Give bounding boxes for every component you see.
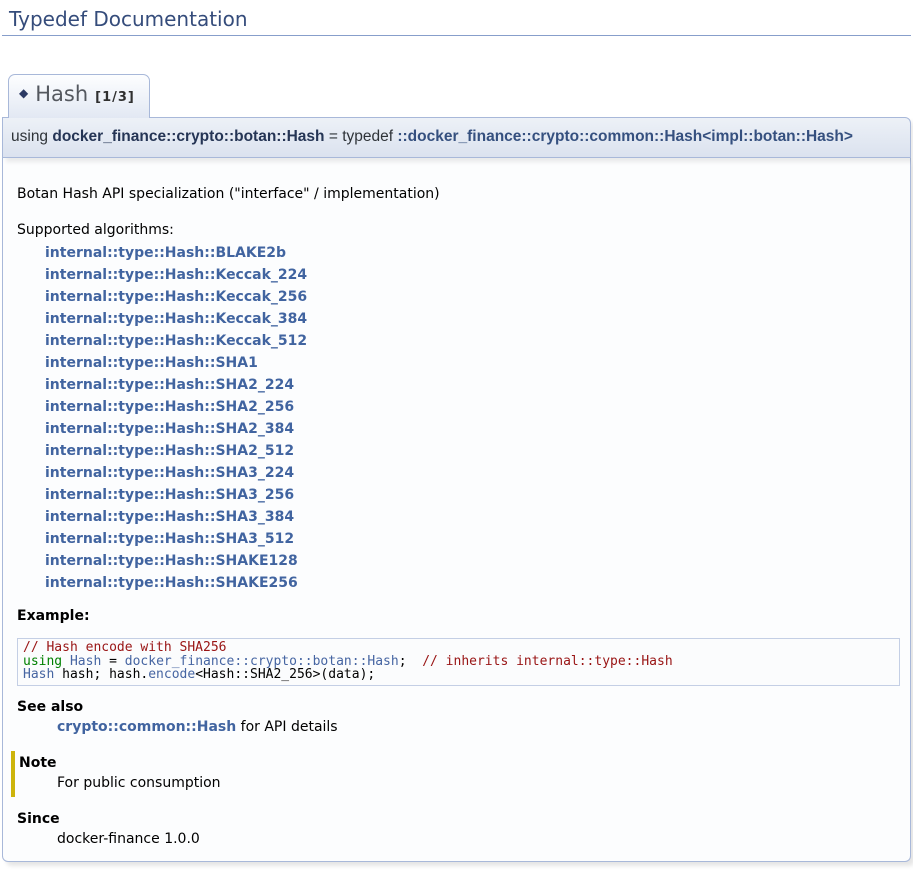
algorithm-link[interactable]: internal::type::Hash::SHA3_384	[45, 506, 902, 528]
note-text: For public consumption	[57, 775, 902, 791]
algorithm-link[interactable]: internal::type::Hash::SHA2_256	[45, 396, 902, 418]
code-text: <Hash::SHA2_256>(data);	[195, 667, 375, 682]
since-text: docker-finance 1.0.0	[57, 831, 902, 847]
summary-text: Botan Hash API specialization ("interfac…	[17, 186, 902, 202]
typedef-declaration: using docker_finance::crypto::botan::Has…	[2, 117, 911, 158]
member-item: using docker_finance::crypto::botan::Has…	[2, 117, 911, 862]
code-line: using Hash = docker_finance::crypto::bot…	[23, 655, 899, 669]
member-tab-hash: ◆ Hash [1/3]	[8, 74, 150, 118]
member-documentation: Botan Hash API specialization ("interfac…	[2, 158, 911, 862]
algorithms-label: Supported algorithms:	[17, 222, 902, 238]
code-line: Hash hash; hash.encode<Hash::SHA2_256>(d…	[23, 668, 899, 682]
note-label: Note	[19, 755, 902, 771]
note-section: Note For public consumption	[11, 751, 902, 797]
declaration-prefix: using	[11, 128, 52, 145]
algorithm-link[interactable]: internal::type::Hash::SHA2_224	[45, 374, 902, 396]
algorithm-link[interactable]: internal::type::Hash::SHA3_512	[45, 528, 902, 550]
overload-counter: [1/3]	[95, 90, 135, 105]
see-also-link[interactable]: crypto::common::Hash	[57, 719, 236, 735]
algorithm-list: internal::type::Hash::BLAKE2b internal::…	[45, 242, 902, 594]
algorithm-link[interactable]: internal::type::Hash::SHA2_512	[45, 440, 902, 462]
since-section: Since docker-finance 1.0.0	[17, 811, 902, 847]
section-title: Typedef Documentation	[2, 7, 911, 36]
example-body: // Hash encode with SHA256 using Hash = …	[17, 638, 900, 686]
algorithm-link[interactable]: internal::type::Hash::SHA1	[45, 352, 902, 374]
member-name: Hash	[35, 82, 88, 106]
see-also-text: for API details	[236, 719, 337, 735]
algorithm-link[interactable]: internal::type::Hash::SHAKE128	[45, 550, 902, 572]
algorithm-link[interactable]: internal::type::Hash::SHAKE256	[45, 572, 902, 594]
code-link-hash[interactable]: Hash	[23, 667, 54, 682]
code-text: ;	[399, 654, 422, 669]
code-link-encode[interactable]: encode	[148, 667, 195, 682]
typedef-target-link[interactable]: ::docker_finance::crypto::common::Hash<i…	[397, 128, 853, 145]
code-block: // Hash encode with SHA256 using Hash = …	[17, 638, 900, 686]
code-comment: // inherits internal::type::Hash	[422, 654, 672, 669]
algorithm-link[interactable]: internal::type::Hash::BLAKE2b	[45, 242, 902, 264]
code-text: hash; hash.	[54, 667, 148, 682]
permalink-diamond-icon[interactable]: ◆	[19, 86, 28, 100]
algorithm-link[interactable]: internal::type::Hash::Keccak_256	[45, 286, 902, 308]
algorithm-link[interactable]: internal::type::Hash::Keccak_224	[45, 264, 902, 286]
algorithm-link[interactable]: internal::type::Hash::SHA2_384	[45, 418, 902, 440]
algorithm-link[interactable]: internal::type::Hash::Keccak_384	[45, 308, 902, 330]
code-line: // Hash encode with SHA256	[23, 641, 899, 655]
typedef-name: docker_finance::crypto::botan::Hash	[52, 128, 324, 145]
algorithm-link[interactable]: internal::type::Hash::SHA3_224	[45, 462, 902, 484]
see-also-section: See also crypto::common::Hash for API de…	[17, 699, 902, 735]
declaration-equals-typedef: = typedef	[325, 128, 398, 145]
see-also-label: See also	[17, 699, 902, 715]
content-area: Typedef Documentation ◆ Hash [1/3] using d…	[2, 7, 911, 862]
since-label: Since	[17, 811, 902, 827]
example-label: Example:	[17, 608, 902, 624]
algorithm-link[interactable]: internal::type::Hash::Keccak_512	[45, 330, 902, 352]
algorithm-link[interactable]: internal::type::Hash::SHA3_256	[45, 484, 902, 506]
see-also-body: crypto::common::Hash for API details	[57, 719, 902, 735]
example-section: Example: // Hash encode with SHA256 usin…	[17, 608, 902, 686]
